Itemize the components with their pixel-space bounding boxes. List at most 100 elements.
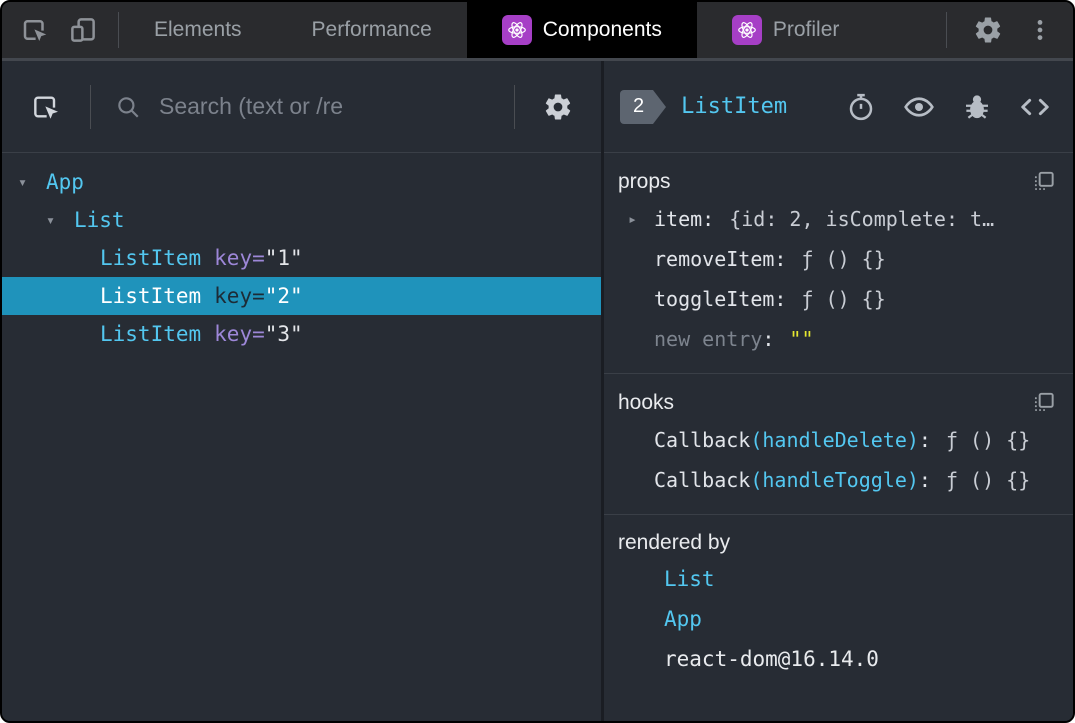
tree-search-bar [2,61,601,153]
component-name: ListItem [100,246,202,270]
prop-row-new-entry[interactable]: new entry: "" [618,319,1057,359]
key-attr-name: key [214,246,253,270]
copy-hooks-icon[interactable] [1031,390,1057,416]
components-panel: App List ListItem key="1" ListItem key="… [2,61,1073,721]
tab-label: Components [542,18,662,41]
tab-elements[interactable]: Elements [119,2,277,58]
prop-row-item[interactable]: item: {id: 2, isComplete: t… [618,199,1057,239]
search-icon [115,94,141,120]
tree-row-app[interactable]: App [2,163,601,201]
key-attr-value: "2" [264,284,303,308]
tab-components[interactable]: Components [466,2,697,58]
owner-name: List [664,567,715,591]
log-bug-icon[interactable] [962,92,992,122]
settings-gear-icon[interactable] [973,15,1003,45]
colon: : [918,428,931,452]
hook-row-handletoggle[interactable]: Callback (handleToggle): ƒ () {} [618,460,1057,500]
copy-props-icon[interactable] [1031,169,1057,195]
hook-name: Callback [654,428,751,452]
key-attr-value: "3" [264,322,303,346]
hook-arg: (handleDelete) [750,428,919,452]
hook-name: Callback [654,468,751,492]
hook-row-handledelete[interactable]: Callback (handleDelete): ƒ () {} [618,420,1057,460]
rendered-by-list-link[interactable]: List [618,559,1057,599]
colon: : [702,207,715,231]
component-name: ListItem [100,322,202,346]
inspect-component-icon[interactable] [2,91,90,123]
owner-stack-badge[interactable]: 2 [620,89,667,124]
view-source-code-icon[interactable] [1019,91,1051,123]
device-toolbar-icon[interactable] [68,15,98,45]
prop-name: item [654,207,703,231]
tree-row-listitem-3[interactable]: ListItem key="3" [2,315,601,353]
tab-performance[interactable]: Performance [277,2,467,58]
tab-profiler[interactable]: Profiler [697,2,875,58]
expand-caret-icon[interactable] [18,173,46,191]
colon: : [918,468,931,492]
component-details-pane: 2 ListItem props ▸ item: {id: 2, isComp… [604,61,1073,721]
react-atom-icon [731,15,762,45]
prop-name: removeItem [654,247,775,271]
key-attr-equals: = [252,284,265,308]
component-tree: App List ListItem key="1" ListItem key="… [2,153,601,721]
prop-name: toggleItem [654,287,775,311]
kebab-menu-icon[interactable] [1027,17,1053,43]
rendered-by-app-link[interactable]: App [618,599,1057,639]
colon: : [774,247,787,271]
new-prop-value-input[interactable]: "" [789,327,813,351]
hook-value: ƒ () {} [945,428,1031,452]
prop-row-removeitem[interactable]: removeItem: ƒ () {} [618,239,1057,279]
renderer-version: react-dom@16.14.0 [664,647,879,671]
key-attr-value: "1" [264,246,303,270]
key-attr-equals: = [252,322,265,346]
prop-value: ƒ () {} [801,287,886,311]
expand-caret-icon[interactable] [46,211,74,229]
new-prop-name-input[interactable]: new entry [654,327,762,351]
devtools-window: Elements Performance Components Profiler [0,0,1075,723]
inspect-dom-eye-icon[interactable] [903,91,935,123]
details-header: 2 ListItem [604,61,1073,153]
owner-name: App [664,607,702,631]
hooks-section-title: hooks [618,391,675,414]
key-attr-equals: = [252,246,265,270]
key-attribute: key="2" [214,284,303,308]
key-attribute: key="3" [214,322,303,346]
details-header-icons [846,91,1051,123]
props-section: props item: {id: 2, isComplete: t… remov… [604,153,1073,374]
tree-row-list[interactable]: List [2,201,601,239]
topbar-icon-group [2,2,118,58]
suspense-stopwatch-icon[interactable] [846,92,876,122]
rendered-by-react-dom: react-dom@16.14.0 [618,639,1057,679]
prop-row-toggleitem[interactable]: toggleItem: ƒ () {} [618,279,1057,319]
tree-row-listitem-2-selected[interactable]: ListItem key="2" [2,277,601,315]
colon: : [774,287,787,311]
tab-label: Profiler [772,18,840,41]
hook-arg: (handleToggle) [750,468,919,492]
expand-caret-icon[interactable] [628,210,637,228]
tree-row-listitem-1[interactable]: ListItem key="1" [2,239,601,277]
devtools-tab-bar: Elements Performance Components Profiler [2,2,1073,61]
hooks-section: hooks Callback (handleDelete): ƒ () {} Ca… [604,374,1073,515]
hook-value: ƒ () {} [945,468,1031,492]
selected-component-title: ListItem [681,94,788,119]
search-bar-divider [90,84,91,129]
key-attr-name: key [214,284,253,308]
key-attr-name: key [214,322,253,346]
component-tree-pane: App List ListItem key="1" ListItem key="… [2,61,604,721]
rendered-by-title: rendered by [618,531,731,554]
tab-label: Performance [311,18,432,41]
component-name: ListItem [100,284,202,308]
view-settings-gear-icon[interactable] [515,92,601,122]
props-section-title: props [618,170,671,193]
colon: : [762,327,775,351]
react-atom-icon [501,15,532,45]
topbar-divider [946,12,947,48]
topbar-right-controls [946,2,1073,58]
inspect-element-icon[interactable] [20,15,50,45]
search-input[interactable] [141,93,514,120]
tab-label: Elements [154,18,242,41]
prop-value: ƒ () {} [801,247,886,271]
rendered-by-section: rendered by List App react-dom@16.14.0 [604,515,1073,721]
component-name: App [46,170,84,194]
prop-value: {id: 2, isComplete: t… [729,207,995,231]
